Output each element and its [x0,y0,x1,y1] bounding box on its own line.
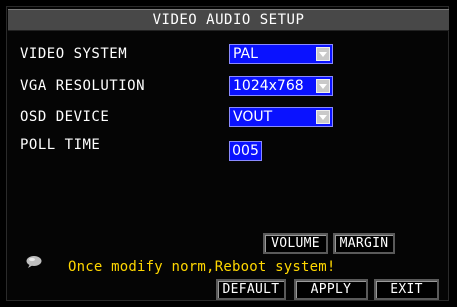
exit-button[interactable]: EXIT [374,279,439,300]
osd-device-label: OSD DEVICE [20,109,110,125]
video-system-label: VIDEO SYSTEM [20,46,128,62]
volume-button[interactable]: VOLUME [263,233,328,254]
osd-device-value: VOUT [233,109,273,125]
dropdown-arrow-icon[interactable] [316,110,330,124]
default-button[interactable]: DEFAULT [216,279,286,300]
video-system-select[interactable]: PAL [229,44,333,64]
dropdown-arrow-icon[interactable] [316,47,330,61]
video-system-value: PAL [233,46,258,62]
reboot-hint-text: Once modify norm,Reboot system! [68,259,336,275]
poll-time-label: POLL TIME [20,137,101,153]
osd-device-select[interactable]: VOUT [229,107,333,127]
vga-resolution-label: VGA RESOLUTION [20,78,146,94]
vga-resolution-select[interactable]: 1024x768 [229,76,333,96]
speech-bubble-icon [26,256,42,268]
dropdown-arrow-icon[interactable] [316,79,330,93]
apply-button[interactable]: APPLY [294,279,368,300]
poll-time-input[interactable]: 005 [229,141,262,161]
vga-resolution-value: 1024x768 [233,78,304,94]
margin-button[interactable]: MARGIN [333,233,395,254]
dialog-title: VIDEO AUDIO SETUP [8,9,449,31]
